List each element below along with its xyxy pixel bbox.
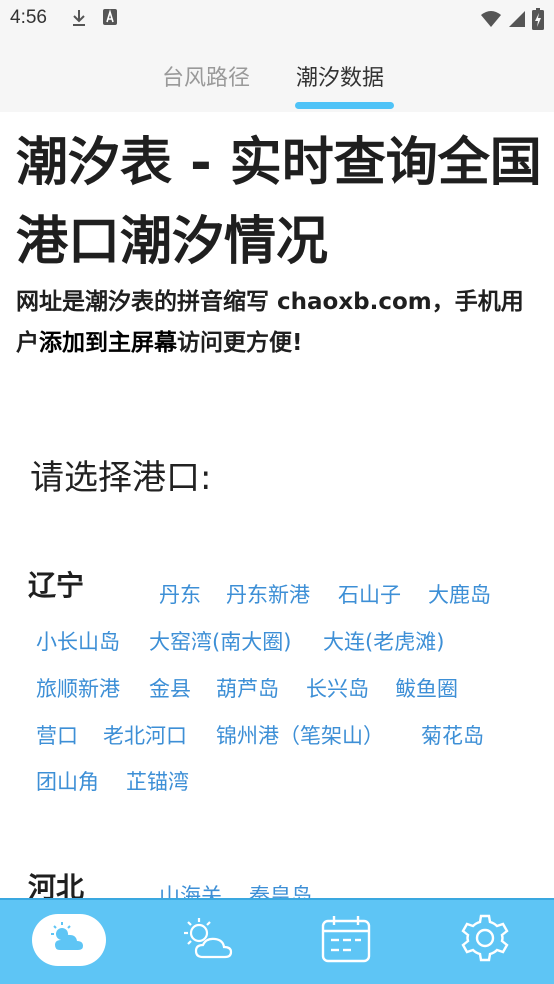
nav-weather[interactable] [32, 914, 106, 966]
download-icon [70, 8, 88, 32]
port-link[interactable]: 大连(老虎滩) [323, 626, 444, 656]
port-link[interactable]: 芷锚湾 [126, 766, 189, 796]
port-link[interactable]: 小长山岛 [36, 626, 120, 656]
port-link[interactable]: 老北河口 [103, 720, 187, 750]
port-link[interactable]: 大窑湾(南大圈) [149, 626, 291, 656]
port-link[interactable]: 长兴岛 [306, 673, 369, 703]
active-tab-indicator [295, 102, 394, 109]
port-link[interactable]: 团山角 [36, 766, 99, 796]
port-link[interactable]: 菊花岛 [421, 720, 484, 750]
port-link[interactable]: 锦州港（笔架山） [216, 720, 384, 750]
wifi-icon [480, 10, 502, 32]
status-time: 4:56 [10, 7, 47, 28]
top-tab-bar: 台风路径 潮汐数据 [0, 36, 554, 112]
settings-gear-icon [459, 912, 511, 968]
weather-cloud-sun-icon [45, 920, 93, 960]
port-link[interactable]: 金县 [149, 673, 191, 703]
bottom-navigation [0, 898, 554, 984]
province-heading-hebei: 河北 [28, 871, 85, 898]
sun-cloud-icon [179, 915, 239, 965]
calendar-icon [319, 913, 373, 967]
nav-settings[interactable] [448, 914, 522, 966]
nav-forecast[interactable] [172, 914, 246, 966]
port-link[interactable]: 大鹿岛 [428, 579, 491, 609]
tab-typhoon-track[interactable]: 台风路径 [162, 60, 250, 92]
province-heading-liaoning: 辽宁 [28, 569, 85, 602]
port-link[interactable]: 旅顺新港 [36, 673, 120, 703]
port-link[interactable]: 石山子 [338, 579, 401, 609]
page-title: 潮汐表 - 实时查询全国港口潮汐情况 [16, 133, 542, 272]
tab-tide-data[interactable]: 潮汐数据 [296, 60, 384, 92]
port-link[interactable]: 山海关 [159, 880, 222, 898]
port-link[interactable]: 秦皇岛 [249, 880, 312, 898]
port-link[interactable]: 鲅鱼圈 [395, 673, 458, 703]
nav-calendar[interactable] [309, 914, 383, 966]
port-link[interactable]: 营口 [36, 720, 78, 750]
port-link[interactable]: 丹东新港 [226, 579, 310, 609]
a-box-icon [102, 8, 118, 32]
content-area[interactable]: 潮汐表 - 实时查询全国港口潮汐情况 网址是潮汐表的拼音缩写 chaoxb.co… [0, 112, 554, 898]
site-notice: 网址是潮汐表的拼音缩写 chaoxb.com，手机用户添加到主屏幕访问更方便! [16, 282, 546, 364]
battery-icon [532, 8, 544, 34]
status-bar: 4:56 [0, 0, 554, 36]
port-link[interactable]: 丹东 [159, 579, 201, 609]
notice-highlight: 添加到主屏幕 [39, 330, 177, 356]
signal-icon [508, 10, 526, 32]
notice-text-part2: 访问更方便! [177, 330, 303, 356]
select-port-prompt: 请选择港口: [30, 458, 212, 498]
port-link[interactable]: 葫芦岛 [216, 673, 279, 703]
